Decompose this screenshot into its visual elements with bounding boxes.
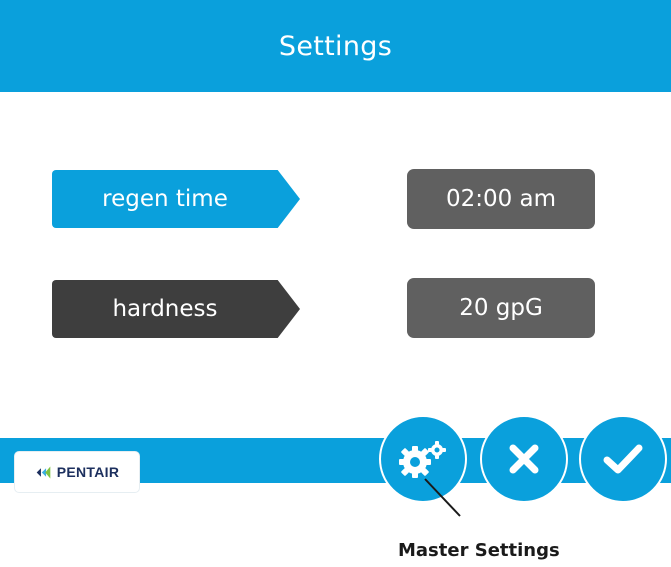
master-settings-caption: Master Settings (398, 540, 560, 561)
check-icon (603, 444, 643, 474)
setting-label-text: hardness (112, 296, 218, 322)
hardness-value-button[interactable]: 20 gpG (407, 278, 595, 338)
brand-name: PENTAIR (56, 464, 120, 480)
regen-time-value-button[interactable]: 02:00 am (407, 169, 595, 229)
header-bar: Settings (0, 0, 671, 92)
setting-label-hardness[interactable]: hardness (52, 280, 300, 338)
master-settings-button[interactable] (379, 415, 467, 503)
page-title: Settings (278, 30, 393, 62)
close-icon (509, 444, 539, 474)
setting-label-regen-time[interactable]: regen time (52, 170, 300, 228)
gear-icon (399, 441, 446, 478)
pentair-logo-icon (36, 466, 51, 478)
cancel-button[interactable] (480, 415, 568, 503)
setting-label-text: regen time (102, 186, 228, 212)
confirm-button[interactable] (579, 415, 667, 503)
pentair-logo: PENTAIR (15, 452, 139, 492)
